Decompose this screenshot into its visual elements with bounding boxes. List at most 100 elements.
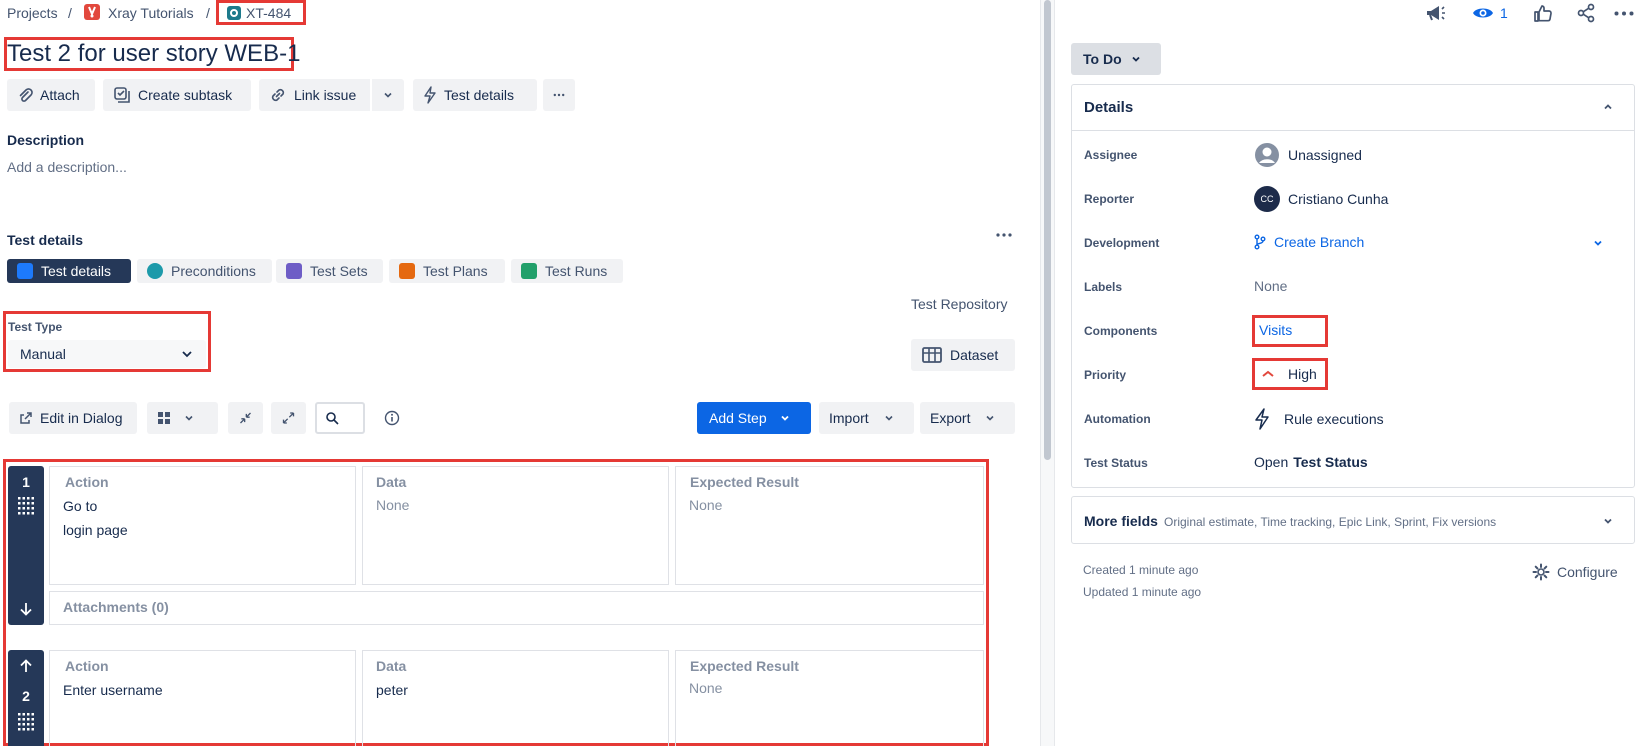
move-up-icon[interactable] [18,658,34,674]
precondition-icon [147,263,163,279]
reporter-field[interactable]: CC Cristiano Cunha [1254,186,1388,212]
bolt-icon [424,86,436,104]
tab-preconditions[interactable]: Preconditions [137,259,272,283]
step-expected-header: Expected Result [690,474,799,490]
table-icon [922,347,942,363]
section-more-icon[interactable] [996,233,1012,237]
info-icon[interactable] [384,410,400,426]
breadcrumb-projects[interactable]: Projects [7,5,58,21]
watch-button[interactable]: 1 [1472,5,1508,21]
tab-test-details[interactable]: Test details [7,259,131,283]
test-plan-icon [399,263,415,279]
step-data-header: Data [376,658,407,674]
avatar-icon [1255,143,1279,167]
chevron-down-icon [182,351,192,358]
breadcrumb: Projects [7,5,58,21]
description-input[interactable]: Add a description... [7,159,127,175]
test-repository-link[interactable]: Test Repository [911,296,1007,312]
step-search-input[interactable] [315,402,365,434]
expand-button[interactable] [271,402,306,434]
create-subtask-button[interactable]: Create subtask [103,79,251,111]
step-handle[interactable]: 1 [8,466,44,625]
assignee-label: Assignee [1084,148,1138,162]
test-status-label: Test Status [1084,456,1148,470]
step-action-header: Action [65,474,109,490]
assignee-field[interactable]: Unassigned [1254,142,1362,168]
tab-test-runs[interactable]: Test Runs [511,259,623,283]
more-fields-heading: More fields [1084,513,1158,529]
breadcrumb-project[interactable]: Xray Tutorials [108,5,194,21]
drag-handle-icon[interactable] [17,712,35,732]
like-icon[interactable] [1533,3,1553,23]
collapse-icon [240,412,251,424]
main-scrollbar[interactable] [1040,0,1055,746]
avatar: CC [1254,186,1280,212]
chevron-down-icon [885,415,893,421]
attach-button[interactable]: Attach [7,79,95,111]
chevron-down-icon [185,415,193,421]
rule-executions-link[interactable]: Rule executions [1254,408,1384,430]
components-label: Components [1084,324,1158,338]
step-handle[interactable]: 2 [8,650,44,746]
labels-label: Labels [1084,280,1123,294]
labels-field[interactable]: None [1254,278,1287,294]
step-attachments[interactable] [49,591,984,625]
dataset-button[interactable]: Dataset [911,339,1015,371]
gear-icon [1532,563,1550,581]
paperclip-icon [19,88,33,102]
link-icon [271,88,285,102]
link-issue-dropdown[interactable] [372,79,404,111]
created-timestamp: Created 1 minute ago [1083,563,1199,577]
step-expected-text: None [689,680,723,696]
step-number: 1 [22,474,30,490]
collapse-button[interactable] [228,402,263,434]
chevron-down-icon [986,415,995,421]
chevron-up-icon[interactable] [1602,101,1614,113]
move-down-icon[interactable] [18,601,34,617]
issue-title[interactable]: Test 2 for user story WEB-1 [7,40,300,68]
scrollbar-thumb[interactable] [1044,0,1051,460]
details-divider [1071,130,1635,131]
link-issue-button[interactable]: Link issue [259,79,370,111]
bolt-icon [1255,408,1269,430]
export-button[interactable]: Export [920,402,1015,434]
chevron-down-icon[interactable] [1602,515,1614,527]
configure-button[interactable]: Configure [1532,563,1618,581]
test-details-button[interactable]: Test details [413,79,537,111]
feedback-icon[interactable] [1424,4,1446,22]
details-heading[interactable]: Details [1084,99,1133,116]
add-step-button[interactable]: Add Step [697,402,811,434]
subtask-icon [114,87,130,103]
step-data-header: Data [376,474,407,490]
more-icon[interactable] [1614,11,1634,16]
priority-field[interactable]: High [1262,366,1317,382]
step-data-cell[interactable] [362,650,669,746]
test-issue-icon [227,5,241,20]
tab-test-sets[interactable]: Test Sets [276,259,383,283]
import-button[interactable]: Import [819,402,914,434]
step-action-text: login page [63,522,128,538]
test-status-field[interactable]: Open Test Status [1254,454,1368,470]
step-data-cell[interactable] [362,466,669,585]
priority-label: Priority [1084,368,1127,382]
edit-in-dialog-button[interactable]: Edit in Dialog [9,402,137,434]
create-branch-link[interactable]: Create Branch [1254,234,1364,250]
test-type-select[interactable]: Manual [8,340,206,368]
tab-test-plans[interactable]: Test Plans [389,259,505,283]
drag-handle-icon[interactable] [17,496,35,516]
test-run-icon [521,263,537,279]
breadcrumb-separator: / [206,5,210,21]
more-actions-button[interactable] [543,79,575,111]
external-link-icon [20,412,32,424]
project-avatar-icon [84,4,100,20]
chevron-down-icon [780,415,789,421]
updated-timestamp: Updated 1 minute ago [1083,585,1202,599]
chevron-down-icon[interactable] [1592,237,1604,249]
grid-view-icon [158,412,170,424]
step-expected-header: Expected Result [690,658,799,674]
share-icon[interactable] [1576,3,1596,23]
component-link[interactable]: Visits [1259,322,1292,338]
issue-key-link[interactable]: XT-484 [216,0,306,25]
view-mode-button[interactable] [147,402,218,434]
status-dropdown[interactable]: To Do [1071,43,1161,75]
